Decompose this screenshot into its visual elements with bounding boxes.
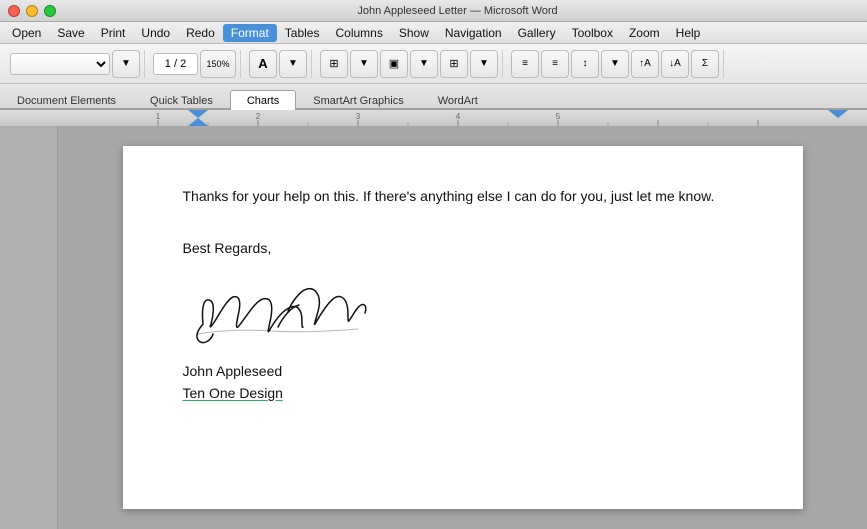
menu-print[interactable]: Print xyxy=(93,24,134,42)
menu-help[interactable]: Help xyxy=(668,24,709,42)
menu-tables[interactable]: Tables xyxy=(277,24,328,42)
svg-text:4: 4 xyxy=(456,112,461,121)
menu-undo[interactable]: Undo xyxy=(133,24,178,42)
svg-text:2: 2 xyxy=(256,112,261,121)
maximize-button[interactable] xyxy=(44,5,56,17)
sum-btn[interactable]: Σ xyxy=(691,50,719,78)
document-scroll[interactable]: Thanks for your help on this. If there's… xyxy=(58,126,867,529)
signature-svg xyxy=(183,269,383,349)
signature-area xyxy=(183,269,743,355)
window-controls[interactable] xyxy=(8,5,56,17)
tab-charts[interactable]: Charts xyxy=(230,90,296,110)
zoom-btn[interactable]: 150% xyxy=(200,50,236,78)
style-select[interactable] xyxy=(10,53,110,75)
svg-text:5: 5 xyxy=(556,112,561,121)
window-title: John Appleseed Letter — Microsoft Word xyxy=(56,5,859,17)
greeting: Best Regards, xyxy=(183,237,743,259)
menu-columns[interactable]: Columns xyxy=(327,24,390,42)
tab-document-elements[interactable]: Document Elements xyxy=(0,90,133,110)
menu-show[interactable]: Show xyxy=(391,24,437,42)
page-indicator: 1 / 2 xyxy=(153,53,198,75)
highlight-btn[interactable]: ▼ xyxy=(279,50,307,78)
style-group2: ⊞ ▼ ▣ ▼ ⊞ ▼ xyxy=(316,50,503,78)
signer-company: Ten One Design xyxy=(183,382,743,404)
menu-bar: Open Save Print Undo Redo Format Tables … xyxy=(0,22,867,44)
svg-text:1: 1 xyxy=(156,112,161,121)
tab-wordart[interactable]: WordArt xyxy=(421,90,495,110)
toolbar: ▼ 1 / 2 150% A ▼ ⊞ ▼ ▣ ▼ ⊞ ▼ ≡ ≡ ↕ ▼ ↑A … xyxy=(0,44,867,84)
sort-desc-btn[interactable]: ↓A xyxy=(661,50,689,78)
menu-zoom[interactable]: Zoom xyxy=(621,24,668,42)
align-center-btn[interactable]: ≡ xyxy=(541,50,569,78)
body-text: Thanks for your help on this. If there's… xyxy=(183,186,743,207)
border-btn[interactable]: ⊞ xyxy=(320,50,348,78)
shade-arrow[interactable]: ▼ xyxy=(410,50,438,78)
tab-smartart[interactable]: SmartArt Graphics xyxy=(296,90,420,110)
svg-text:3: 3 xyxy=(356,112,361,121)
signer-name: John Appleseed xyxy=(183,360,743,382)
align-group: ≡ ≡ ↕ ▼ ↑A ↓A Σ xyxy=(507,50,724,78)
menu-open[interactable]: Open xyxy=(4,24,49,42)
style-group: ▼ xyxy=(6,50,145,78)
grid-arrow[interactable]: ▼ xyxy=(470,50,498,78)
font-color-btn[interactable]: A xyxy=(249,50,277,78)
minimize-button[interactable] xyxy=(26,5,38,17)
page-group: 1 / 2 150% xyxy=(149,50,241,78)
menu-gallery[interactable]: Gallery xyxy=(510,24,564,42)
document-page[interactable]: Thanks for your help on this. If there's… xyxy=(123,146,803,509)
spacing-arrow[interactable]: ▼ xyxy=(601,50,629,78)
sort-asc-btn[interactable]: ↑A xyxy=(631,50,659,78)
close-button[interactable] xyxy=(8,5,20,17)
menu-redo[interactable]: Redo xyxy=(178,24,223,42)
shade-btn[interactable]: ▣ xyxy=(380,50,408,78)
menu-save[interactable]: Save xyxy=(49,24,92,42)
menu-format[interactable]: Format xyxy=(223,24,277,42)
align-left-btn[interactable]: ≡ xyxy=(511,50,539,78)
document-area: Thanks for your help on this. If there's… xyxy=(0,126,867,529)
style-arrow[interactable]: ▼ xyxy=(112,50,140,78)
grid-btn[interactable]: ⊞ xyxy=(440,50,468,78)
menu-toolbox[interactable]: Toolbox xyxy=(564,24,621,42)
tab-quick-tables[interactable]: Quick Tables xyxy=(133,90,230,110)
letter-body: Thanks for your help on this. If there's… xyxy=(183,186,743,207)
ribbon-tabs: Document Elements Quick Tables Charts Sm… xyxy=(0,84,867,110)
menu-navigation[interactable]: Navigation xyxy=(437,24,510,42)
spacing-btn[interactable]: ↕ xyxy=(571,50,599,78)
ruler: 1 2 3 4 5 xyxy=(0,110,867,126)
title-bar: John Appleseed Letter — Microsoft Word xyxy=(0,0,867,22)
left-sidebar xyxy=(0,126,58,529)
border-arrow[interactable]: ▼ xyxy=(350,50,378,78)
font-group: A ▼ xyxy=(245,50,312,78)
